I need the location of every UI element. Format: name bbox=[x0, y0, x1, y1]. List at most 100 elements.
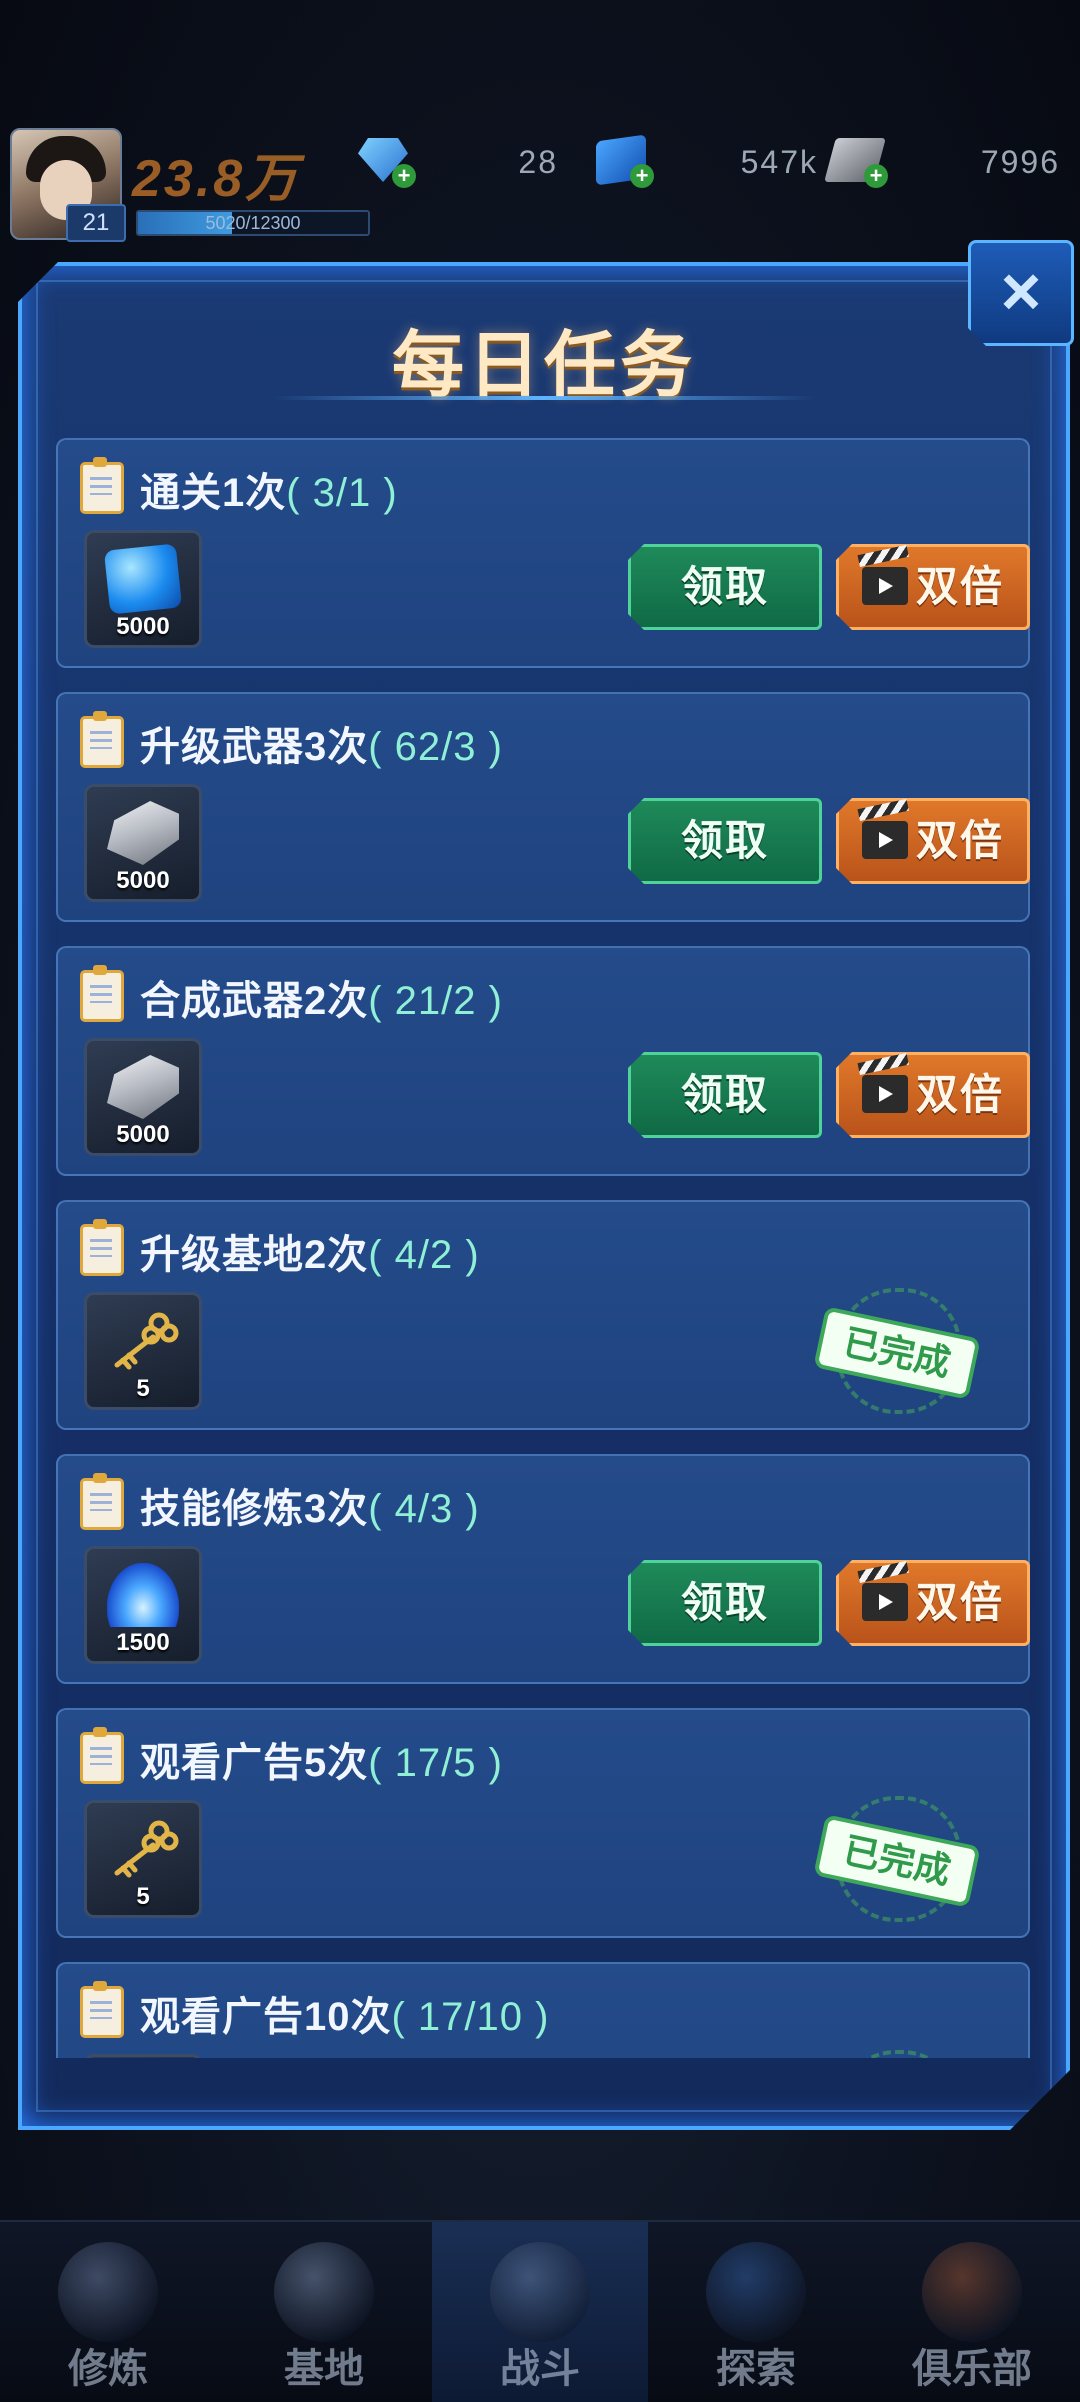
cube-count: 547k bbox=[740, 144, 818, 180]
task-name: 升级武器3次 bbox=[140, 725, 369, 769]
experience-bar: 5020/12300 bbox=[136, 210, 370, 236]
task-title: 合成武器2次( 21/2 ) bbox=[140, 968, 503, 1026]
task-name: 升级基地2次 bbox=[140, 1233, 369, 1277]
task-progress: ( 62/3 ) bbox=[368, 725, 503, 769]
steel-ingot-icon bbox=[107, 801, 179, 865]
task-row: 升级武器3次( 62/3 ) 5000 领取 双倍 bbox=[56, 692, 1030, 922]
task-row: 升级基地2次( 4/2 ) 5 已完成 bbox=[56, 1200, 1030, 1430]
video-clapper-icon bbox=[862, 1583, 908, 1621]
reward-quantity: 1500 bbox=[116, 1629, 170, 1656]
daily-tasks-dialog: 每日任务 通关1次( 3/1 ) 5000 领取 双倍 升级武器3次( 62/3 ) 50… bbox=[18, 262, 1070, 2130]
add-diamond-button[interactable]: + bbox=[392, 164, 416, 188]
nav-tab-battle-gear[interactable]: 战斗 bbox=[432, 2222, 648, 2402]
double-label: 双倍 bbox=[915, 1071, 1004, 1118]
task-title: 升级基地2次( 4/2 ) bbox=[140, 1222, 480, 1280]
task-title: 升级武器3次( 62/3 ) bbox=[140, 714, 503, 772]
double-label: 双倍 bbox=[915, 817, 1004, 864]
reward-slot[interactable]: 5 bbox=[84, 1292, 202, 1410]
reward-slot[interactable]: 5000 bbox=[84, 784, 202, 902]
add-cube-button[interactable]: + bbox=[630, 164, 654, 188]
orbs-icon bbox=[58, 2242, 158, 2342]
task-progress: ( 3/1 ) bbox=[286, 471, 398, 515]
task-progress: ( 17/10 ) bbox=[391, 1995, 550, 2039]
nav-tab-club-emblem[interactable]: 俱乐部 bbox=[864, 2222, 1080, 2402]
task-row: 通关1次( 3/1 ) 5000 领取 双倍 bbox=[56, 438, 1030, 668]
reward-slot[interactable]: 1500 bbox=[84, 1546, 202, 1664]
task-name: 通关1次 bbox=[140, 471, 287, 515]
player-level-badge: 21 bbox=[66, 204, 126, 242]
resource-cube: + 547k bbox=[596, 134, 818, 194]
reward-quantity: 5000 bbox=[116, 867, 170, 894]
claim-button[interactable]: 领取 bbox=[628, 544, 822, 630]
battle-gear-icon bbox=[490, 2242, 590, 2342]
completed-stamp: 已完成 bbox=[818, 1288, 968, 1418]
double-reward-button[interactable]: 双倍 bbox=[836, 544, 1030, 630]
task-title: 观看广告10次( 17/10 ) bbox=[140, 1984, 549, 2042]
reward-slot[interactable]: 5000 bbox=[84, 1038, 202, 1156]
reward-quantity: 5000 bbox=[116, 613, 170, 640]
completed-stamp: 已完成 bbox=[818, 2050, 968, 2058]
task-title: 观看广告5次( 17/5 ) bbox=[140, 1730, 503, 1788]
task-list[interactable]: 通关1次( 3/1 ) 5000 领取 双倍 升级武器3次( 62/3 ) 5000 领取双… bbox=[56, 438, 1034, 2058]
bottom-navigation: 修炼 基地 战斗 探索 俱乐部 bbox=[0, 2220, 1080, 2402]
nav-label: 基地 bbox=[284, 2347, 364, 2391]
claim-button[interactable]: 领取 bbox=[628, 1560, 822, 1646]
clipboard-icon bbox=[80, 716, 124, 768]
double-label: 双倍 bbox=[915, 1579, 1004, 1626]
double-reward-button[interactable]: 双倍 bbox=[836, 798, 1030, 884]
task-progress: ( 21/2 ) bbox=[368, 979, 503, 1023]
nav-label: 探索 bbox=[716, 2347, 796, 2391]
nav-label: 俱乐部 bbox=[912, 2347, 1032, 2391]
player-status-bar: 21 23.8万 5020/12300 + 28 + 547k + 7996 bbox=[0, 120, 1080, 242]
task-title: 技能修炼3次( 4/3 ) bbox=[140, 1476, 480, 1534]
task-progress: ( 17/5 ) bbox=[368, 1741, 503, 1785]
steel-count: 7996 bbox=[980, 144, 1060, 180]
reward-slot[interactable]: 5000 bbox=[84, 530, 202, 648]
reward-quantity: 5 bbox=[136, 1375, 150, 1402]
steel-ingot-icon bbox=[107, 1055, 179, 1119]
club-emblem-icon bbox=[922, 2242, 1022, 2342]
reward-quantity: 5000 bbox=[116, 1121, 170, 1148]
task-title: 通关1次( 3/1 ) bbox=[140, 460, 398, 518]
double-reward-button[interactable]: 双倍 bbox=[836, 1560, 1030, 1646]
task-row: 观看广告5次( 17/5 ) 5 已完成 bbox=[56, 1708, 1030, 1938]
completed-stamp: 已完成 bbox=[818, 1796, 968, 1926]
add-steel-button[interactable]: + bbox=[864, 164, 888, 188]
nav-tab-rocket-base[interactable]: 基地 bbox=[216, 2222, 432, 2402]
claim-button[interactable]: 领取 bbox=[628, 798, 822, 884]
galaxy-icon bbox=[706, 2242, 806, 2342]
nav-tab-orbs[interactable]: 修炼 bbox=[0, 2222, 216, 2402]
reward-quantity: 5 bbox=[136, 1883, 150, 1910]
task-row: 技能修炼3次( 4/3 ) 1500 领取 双倍 bbox=[56, 1454, 1030, 1684]
double-reward-button[interactable]: 双倍 bbox=[836, 1052, 1030, 1138]
nav-tab-galaxy[interactable]: 探索 bbox=[648, 2222, 864, 2402]
rocket-base-icon bbox=[274, 2242, 374, 2342]
video-clapper-icon bbox=[862, 567, 908, 605]
nav-label: 战斗 bbox=[500, 2347, 580, 2391]
nav-label: 修炼 bbox=[68, 2347, 148, 2391]
video-clapper-icon bbox=[862, 821, 908, 859]
task-name: 合成武器2次 bbox=[140, 979, 369, 1023]
video-clapper-icon bbox=[862, 1075, 908, 1113]
experience-text: 5020/12300 bbox=[205, 213, 301, 233]
double-label: 双倍 bbox=[915, 563, 1004, 610]
gold-key-icon bbox=[107, 1309, 179, 1373]
task-row: 合成武器2次( 21/2 ) 5000 领取 双倍 bbox=[56, 946, 1030, 1176]
clipboard-icon bbox=[80, 970, 124, 1022]
clipboard-icon bbox=[80, 1986, 124, 2038]
task-name: 技能修炼3次 bbox=[140, 1487, 369, 1531]
stamp-ring bbox=[836, 2050, 962, 2058]
gold-key-icon bbox=[107, 1817, 179, 1881]
clipboard-icon bbox=[80, 1224, 124, 1276]
reward-slot[interactable] bbox=[84, 2054, 202, 2058]
task-row: 观看广告10次( 17/10 ) 已完成 bbox=[56, 1962, 1030, 2058]
resource-diamond: + 28 bbox=[358, 134, 558, 194]
close-button[interactable]: × bbox=[968, 240, 1074, 346]
task-progress: ( 4/2 ) bbox=[368, 1233, 480, 1277]
claim-button[interactable]: 领取 bbox=[628, 1052, 822, 1138]
reward-slot[interactable]: 5 bbox=[84, 1800, 202, 1918]
blue-flame-icon bbox=[107, 1563, 179, 1627]
diamond-count: 28 bbox=[518, 144, 558, 180]
clipboard-icon bbox=[80, 1732, 124, 1784]
blue-cube-icon bbox=[104, 543, 182, 614]
